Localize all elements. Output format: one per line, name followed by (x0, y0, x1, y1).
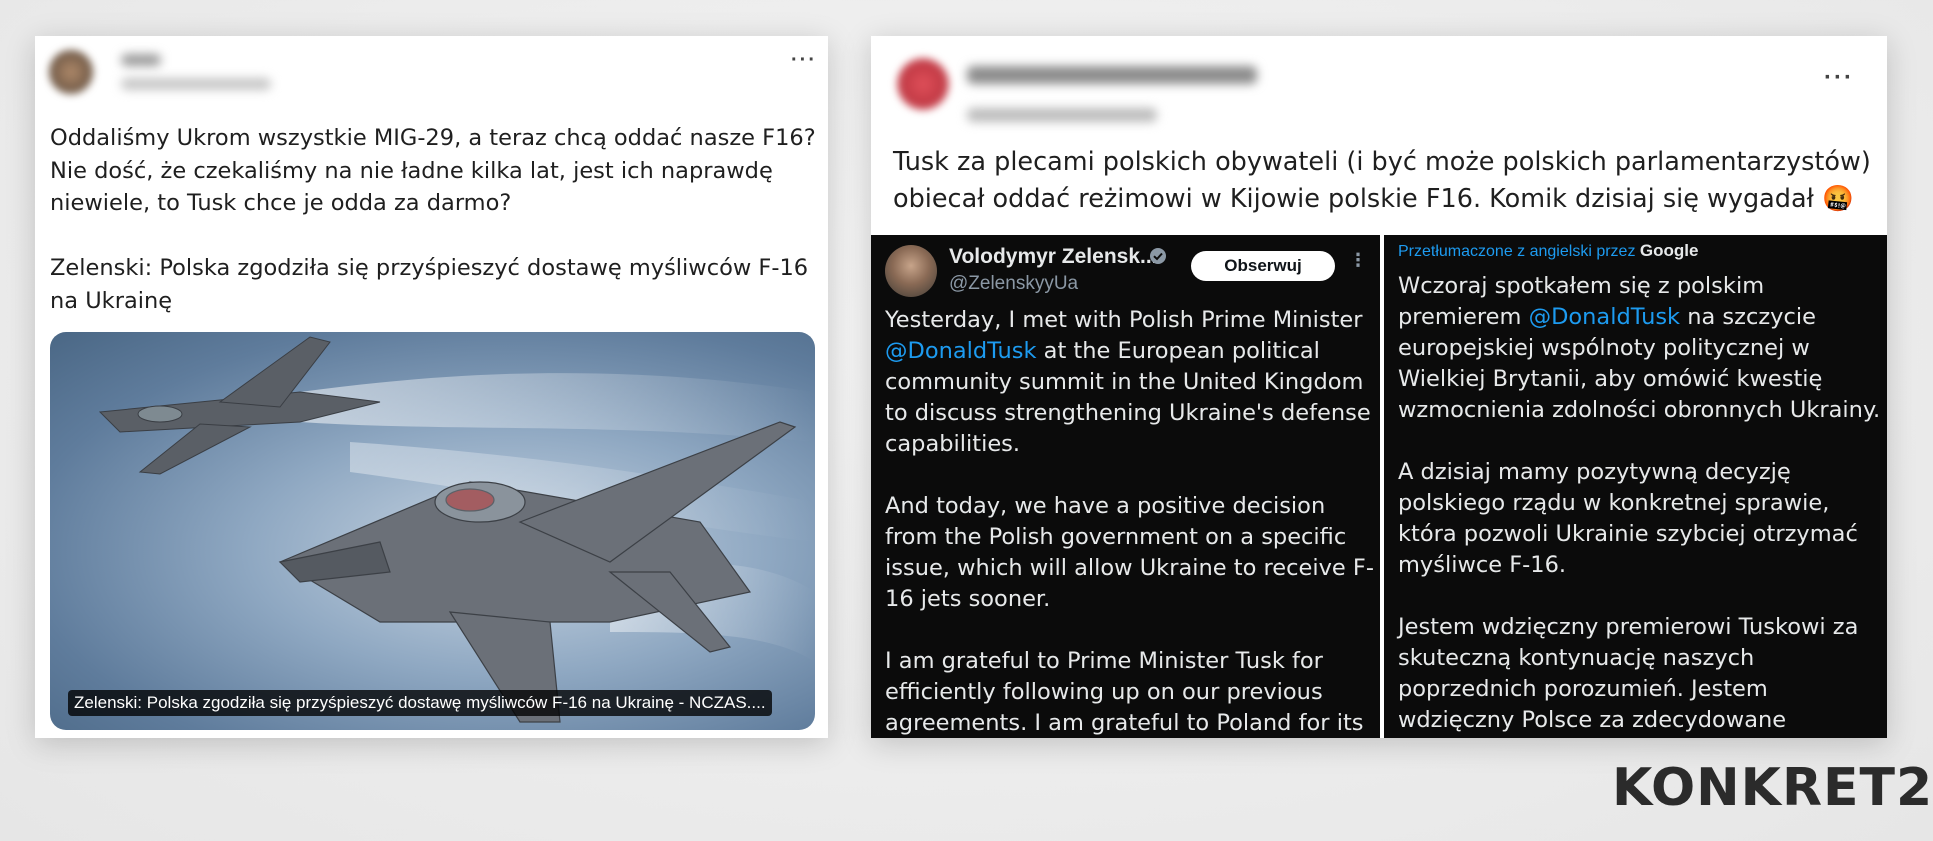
left-post-card: ··· Oddaliśmy Ukrom wszystkie MIG-29, a … (35, 36, 828, 738)
right-post-card: ··· Tusk za plecami polskich obywateli (… (871, 36, 1887, 738)
link-preview-image[interactable]: Zelenski: Polska zgodziła się przyśpiesz… (50, 332, 815, 730)
more-options-icon[interactable]: ··· (791, 50, 817, 70)
author-name[interactable] (967, 66, 1257, 84)
mention-link[interactable]: @DonaldTusk (1529, 304, 1681, 330)
author-avatar[interactable] (49, 50, 93, 94)
tweet-text-part: at the European political community summ… (885, 338, 1374, 736)
author-avatar[interactable] (897, 58, 949, 110)
tweet-text-part: Yesterday, I met with Polish Prime Minis… (885, 307, 1363, 333)
tweet-text-polish: Wczoraj spotkałem się z polskim premiere… (1398, 271, 1883, 738)
translation-label[interactable]: Przetłumaczone z angielski przez Google (1398, 241, 1698, 261)
translated-tweet-panel: Przetłumaczone z angielski przez Google … (1384, 235, 1887, 738)
tweet-more-icon[interactable]: ⋮ (1349, 251, 1367, 269)
post-text: Oddaliśmy Ukrom wszystkie MIG-29, a tera… (50, 125, 816, 314)
author-name[interactable] (121, 54, 161, 66)
konkret24-logo: KONKRET24 (1612, 758, 1933, 818)
tweet-author-handle[interactable]: @ZelenskyyUa (949, 273, 1078, 295)
original-tweet-panel: Volodymyr Zelensk... @ZelenskyyUa Obserw… (871, 235, 1380, 738)
embedded-screenshot: Volodymyr Zelensk... @ZelenskyyUa Obserw… (871, 235, 1887, 738)
author-handle-and-time[interactable] (967, 108, 1157, 122)
post-text: Tusk za plecami polskich obywateli (i by… (893, 147, 1871, 214)
tweet-text-part: na szczycie europejskiej wspólnoty polit… (1398, 304, 1881, 733)
follow-button[interactable]: Obserwuj (1191, 251, 1335, 281)
tweet-text-english: Yesterday, I met with Polish Prime Minis… (885, 305, 1375, 738)
author-handle[interactable] (121, 78, 271, 90)
tweet-author-name[interactable]: Volodymyr Zelensk... (949, 245, 1158, 269)
avatar[interactable] (885, 245, 937, 297)
google-logo-text: Google (1639, 241, 1699, 260)
more-options-icon[interactable]: ··· (1824, 66, 1854, 90)
link-preview-caption[interactable]: Zelenski: Polska zgodziła się przyśpiesz… (68, 690, 772, 716)
mention-link[interactable]: @DonaldTusk (885, 338, 1037, 364)
verified-badge-icon (1150, 248, 1166, 264)
fighter-jets-illustration (98, 336, 815, 723)
translation-label-text: Przetłumaczone z angielski przez (1398, 243, 1640, 260)
